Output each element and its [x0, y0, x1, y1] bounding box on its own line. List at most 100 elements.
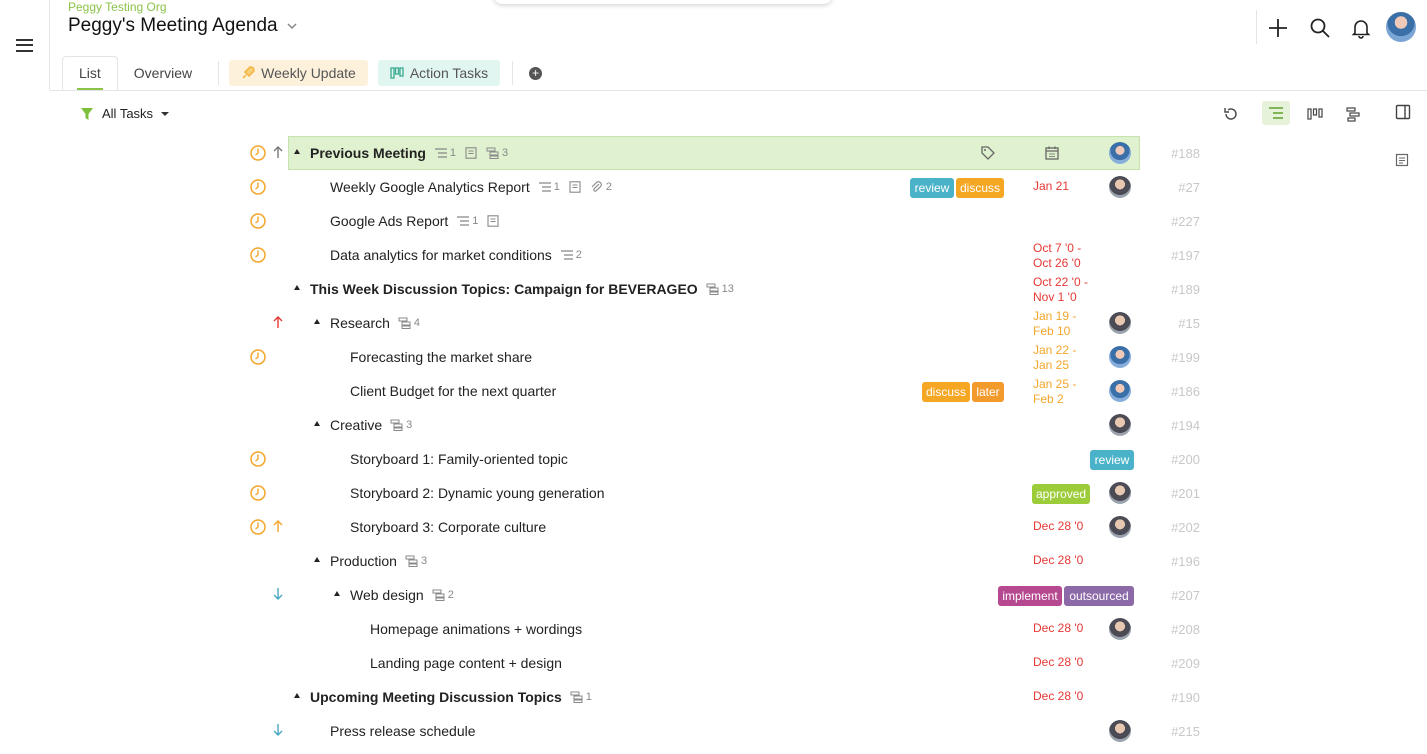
clock-icon[interactable] [250, 145, 266, 161]
task-name[interactable]: Client Budget for the next quarter [350, 383, 556, 399]
collapse-triangle-icon[interactable] [314, 319, 320, 324]
due-date[interactable]: Jan 22 - Jan 25 [1033, 343, 1076, 373]
clock-icon[interactable] [250, 519, 266, 535]
clock-icon[interactable] [250, 213, 266, 229]
task-row[interactable]: Previous Meeting 1 3 #188 [0, 136, 1427, 170]
assignee-avatar[interactable] [1109, 176, 1131, 198]
due-date[interactable]: Dec 28 '0 [1033, 519, 1083, 534]
task-row[interactable]: Storyboard 3: Corporate culture Dec 28 '0… [0, 510, 1427, 544]
tag-review[interactable]: review [1090, 450, 1134, 470]
due-date[interactable]: Dec 28 '0 [1033, 655, 1083, 670]
task-name[interactable]: Upcoming Meeting Discussion Topics 1 [310, 689, 592, 705]
due-date[interactable]: Jan 21 [1033, 179, 1069, 194]
task-name[interactable]: Forecasting the market share [350, 349, 532, 365]
collapse-triangle-icon[interactable] [294, 149, 300, 154]
comments-count[interactable]: 1 [456, 215, 478, 227]
due-date[interactable]: Jan 25 - Feb 2 [1033, 377, 1076, 407]
subtasks-count[interactable]: 3 [486, 147, 508, 159]
task-row[interactable]: Web design 2 implement outsourced #207 [0, 578, 1427, 612]
task-row[interactable]: Google Ads Report 1 #227 [0, 204, 1427, 238]
attachments-count[interactable]: 2 [590, 181, 612, 193]
note-indicator[interactable] [464, 147, 478, 159]
tab-action-tasks[interactable]: Action Tasks [377, 60, 501, 86]
add-view-icon[interactable]: + [529, 66, 543, 80]
task-name[interactable]: Press release schedule [330, 723, 476, 739]
clock-icon[interactable] [250, 451, 266, 467]
task-name[interactable]: Landing page content + design [370, 655, 562, 671]
board-view-button[interactable] [1301, 102, 1329, 126]
subtasks-count[interactable]: 3 [390, 419, 412, 431]
task-row[interactable]: Landing page content + design Dec 28 '0 #2… [0, 646, 1427, 680]
comments-count[interactable]: 2 [560, 249, 582, 261]
task-row[interactable]: Creative 3 #194 [0, 408, 1427, 442]
subtasks-count[interactable]: 1 [570, 691, 592, 703]
task-name[interactable]: Research 4 [330, 315, 420, 331]
task-name[interactable]: Storyboard 1: Family-oriented topic [350, 451, 568, 467]
priority-down-icon[interactable] [272, 722, 284, 738]
task-name[interactable]: Web design 2 [350, 587, 454, 603]
assignee-avatar[interactable] [1109, 720, 1131, 742]
task-row[interactable]: Upcoming Meeting Discussion Topics 1 Dec 2… [0, 680, 1427, 714]
bell-icon[interactable] [1350, 17, 1372, 39]
task-row[interactable]: Client Budget for the next quarter discus… [0, 374, 1427, 408]
refresh-button[interactable] [1217, 102, 1245, 126]
task-row[interactable]: Research 4 Jan 19 - Feb 10 #15 [0, 306, 1427, 340]
hamburger-menu-button[interactable] [0, 0, 50, 90]
assignee-avatar[interactable] [1109, 516, 1131, 538]
tag-discuss[interactable]: discuss [956, 178, 1004, 198]
tab-list[interactable]: List [62, 56, 118, 90]
user-avatar[interactable] [1386, 12, 1416, 42]
tag-implement[interactable]: implement [998, 586, 1062, 606]
task-row[interactable]: Data analytics for market conditions 2 Oct… [0, 238, 1427, 272]
tag-later[interactable]: later [972, 382, 1004, 402]
clock-icon[interactable] [250, 485, 266, 501]
task-row[interactable]: Storyboard 2: Dynamic young generation ap… [0, 476, 1427, 510]
task-name[interactable]: Data analytics for market conditions 2 [330, 247, 582, 263]
priority-up-icon[interactable] [272, 144, 284, 160]
task-row[interactable]: Storyboard 1: Family-oriented topic revie… [0, 442, 1427, 476]
task-name[interactable]: Storyboard 3: Corporate culture [350, 519, 546, 535]
due-date[interactable]: Oct 7 '0 - Oct 26 '0 [1033, 241, 1081, 271]
assignee-avatar[interactable] [1109, 142, 1131, 164]
collapse-triangle-icon[interactable] [334, 591, 340, 596]
task-name[interactable]: Google Ads Report 1 [330, 213, 500, 229]
subtasks-count[interactable]: 4 [398, 317, 420, 329]
assignee-avatar[interactable] [1109, 312, 1131, 334]
note-indicator[interactable] [486, 215, 500, 227]
task-name[interactable]: Storyboard 2: Dynamic young generation [350, 485, 604, 501]
tag-icon[interactable] [980, 145, 996, 161]
subtasks-count[interactable]: 3 [405, 555, 427, 567]
clock-icon[interactable] [250, 179, 266, 195]
task-row[interactable]: Press release schedule #215 [0, 714, 1427, 748]
side-panel-toggle[interactable] [1389, 100, 1417, 124]
note-indicator[interactable] [568, 181, 582, 193]
add-icon[interactable] [1267, 17, 1289, 39]
task-name[interactable]: This Week Discussion Topics: Campaign fo… [310, 281, 734, 297]
due-date[interactable]: Jan 19 - Feb 10 [1033, 309, 1076, 339]
priority-up-icon[interactable] [272, 314, 284, 330]
assignee-avatar[interactable] [1109, 482, 1131, 504]
task-row[interactable]: Homepage animations + wordings Dec 28 '0 #… [0, 612, 1427, 646]
comments-count[interactable]: 1 [538, 181, 560, 193]
subtasks-count[interactable]: 13 [706, 283, 734, 295]
task-name[interactable]: Creative 3 [330, 417, 412, 433]
tab-weekly-update[interactable]: Weekly Update [229, 60, 368, 86]
filter-dropdown[interactable]: All Tasks [80, 106, 170, 121]
task-row[interactable]: This Week Discussion Topics: Campaign fo… [0, 272, 1427, 306]
tag-approved[interactable]: approved [1032, 484, 1090, 504]
tag-discuss[interactable]: discuss [922, 382, 970, 402]
collapse-triangle-icon[interactable] [294, 693, 300, 698]
clock-icon[interactable] [250, 349, 266, 365]
due-date[interactable]: Dec 28 '0 [1033, 553, 1083, 568]
assignee-avatar[interactable] [1109, 618, 1131, 640]
search-icon[interactable] [1309, 17, 1331, 39]
task-name[interactable]: Homepage animations + wordings [370, 621, 582, 637]
task-name[interactable]: Previous Meeting 1 3 [310, 145, 508, 161]
task-row[interactable]: Production 3 Dec 28 '0 #196 [0, 544, 1427, 578]
collapse-triangle-icon[interactable] [314, 557, 320, 562]
list-view-button[interactable] [1262, 101, 1290, 125]
project-title-dropdown[interactable]: Peggy's Meeting Agenda [68, 15, 298, 37]
tag-review[interactable]: review [910, 178, 954, 198]
assignee-avatar[interactable] [1109, 380, 1131, 402]
tab-overview[interactable]: Overview [118, 56, 208, 90]
